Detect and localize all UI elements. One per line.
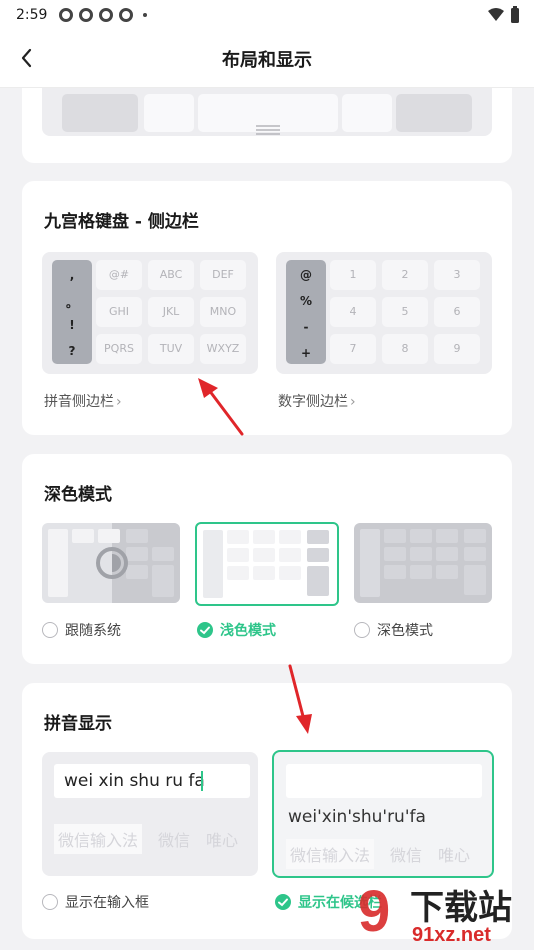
page-title: 布局和显示 <box>222 49 312 71</box>
battery-icon <box>511 6 519 23</box>
light-mode-preview[interactable] <box>195 522 339 606</box>
watermark-text: 下载站 <box>410 888 512 928</box>
grid-key: 6 <box>434 297 480 327</box>
chevron-right-icon: › <box>116 394 122 410</box>
back-arrow-icon[interactable] <box>14 44 42 72</box>
grid-key: @# <box>96 260 142 290</box>
section-title: 九宫格键盘 - 侧边栏 <box>44 212 199 232</box>
notification-icon <box>119 8 134 22</box>
grid-key: MNO <box>200 297 246 327</box>
radio-label: 跟随系统 <box>65 623 121 639</box>
grid-key: TUV <box>148 334 194 364</box>
grid-key: 2 <box>382 260 428 290</box>
radio-label: 深色模式 <box>377 623 433 639</box>
radio-label: 显示在输入框 <box>65 895 149 911</box>
notification-icon <box>59 8 74 22</box>
number-sidebar-link-label: 数字侧边栏 <box>278 394 348 410</box>
follow-system-preview[interactable] <box>42 523 180 603</box>
side-key: 。 <box>65 296 78 310</box>
radio-label: 浅色模式 <box>220 623 276 639</box>
grid-key: 5 <box>382 297 428 327</box>
candidate: 唯心 <box>438 846 471 865</box>
watermark-logo: 9 下载站 91xz.net <box>354 879 534 950</box>
section-title: 拼音显示 <box>44 714 112 734</box>
watermark-url: 91xz.net <box>412 924 491 946</box>
candidate: 微信 <box>158 831 191 850</box>
dark-mode-preview[interactable] <box>354 523 492 603</box>
radio-circle-icon <box>42 894 58 910</box>
pinyin-sidebar-link-label: 拼音侧边栏 <box>44 394 114 410</box>
input-field-preview: wei xin shu ru fa <box>54 764 250 798</box>
watermark-glyph: 9 <box>358 879 391 944</box>
number-sidebar-link[interactable]: 数字侧边栏 › <box>278 391 356 411</box>
side-key: , <box>69 268 75 282</box>
grid-key: PQRS <box>96 334 142 364</box>
top-app-bar: 布局和显示 <box>0 30 534 88</box>
half-circle-icon <box>96 547 128 579</box>
candidate-pinyin-text: wei'xin'shu'ru'fa <box>288 807 426 827</box>
candidate: 唯心 <box>206 831 239 850</box>
side-key: ! <box>69 318 75 332</box>
side-key: - <box>303 320 309 334</box>
radio-dark-mode[interactable]: 深色模式 <box>354 620 433 640</box>
pinyin-sidebar: , 。 ! ? <box>52 260 92 364</box>
side-key: ? <box>68 344 76 358</box>
radio-circle-icon <box>42 622 58 638</box>
grid-key: 8 <box>382 334 428 364</box>
drag-handle-icon <box>256 125 280 135</box>
grid-key: 3 <box>434 260 480 290</box>
radio-show-in-input[interactable]: 显示在输入框 <box>42 892 149 912</box>
side-key: % <box>299 294 313 308</box>
radio-follow-system[interactable]: 跟随系统 <box>42 620 121 640</box>
side-key: @ <box>300 268 312 282</box>
notification-icon <box>99 8 114 22</box>
candidate: 微信输入法 <box>54 824 143 854</box>
grid-key: WXYZ <box>200 334 246 364</box>
pinyin-sidebar-preview[interactable]: , 。 ! ? @# ABC DEF GHI JKL MNO PQRS TUV … <box>42 252 258 374</box>
more-notifications-dot <box>143 13 148 17</box>
notification-icon <box>79 8 94 22</box>
grid-key: 9 <box>434 334 480 364</box>
chevron-right-icon: › <box>350 394 356 410</box>
grid-key: 7 <box>330 334 376 364</box>
status-time: 2:59 <box>16 7 48 23</box>
candidate: 微信输入法 <box>286 839 375 869</box>
grid-key: GHI <box>96 297 142 327</box>
pinyin-sidebar-link[interactable]: 拼音侧边栏 › <box>44 391 122 411</box>
number-sidebar: @ % - + <box>286 260 326 364</box>
grid-key: JKL <box>148 297 194 327</box>
status-bar: 2:59 <box>0 0 534 30</box>
grid-key: ABC <box>148 260 194 290</box>
annotation-arrow-icon <box>198 378 244 436</box>
input-field-text: wei xin shu ru fa <box>64 771 205 791</box>
radio-circle-icon <box>354 622 370 638</box>
pinyin-in-candidate-preview[interactable]: wei'xin'shu'ru'fa 微信输入法 微信 唯心 <box>272 750 494 878</box>
grid-key: 4 <box>330 297 376 327</box>
checkmark-icon <box>197 622 213 638</box>
wifi-icon <box>488 8 504 21</box>
keyboard-layout-card <box>22 88 512 163</box>
side-key: + <box>300 346 312 360</box>
radio-light-mode[interactable]: 浅色模式 <box>197 620 276 640</box>
candidate: 微信 <box>390 846 423 865</box>
section-title: 深色模式 <box>44 485 112 505</box>
notification-icons <box>59 8 148 22</box>
keyboard-preview[interactable] <box>42 88 492 136</box>
nine-grid-sidebar-card: 九宫格键盘 - 侧边栏 , 。 ! ? @# ABC DEF GHI JKL M… <box>22 181 512 435</box>
pinyin-in-input-preview[interactable]: wei xin shu ru fa 微信输入法 微信 唯心 <box>42 752 258 876</box>
text-cursor <box>201 771 203 791</box>
annotation-arrow-icon <box>288 664 312 734</box>
grid-key: DEF <box>200 260 246 290</box>
checkmark-icon <box>275 894 291 910</box>
grid-key: 1 <box>330 260 376 290</box>
input-field-preview <box>286 764 482 798</box>
number-sidebar-preview[interactable]: @ % - + 1 2 3 4 5 6 7 8 9 <box>276 252 492 374</box>
